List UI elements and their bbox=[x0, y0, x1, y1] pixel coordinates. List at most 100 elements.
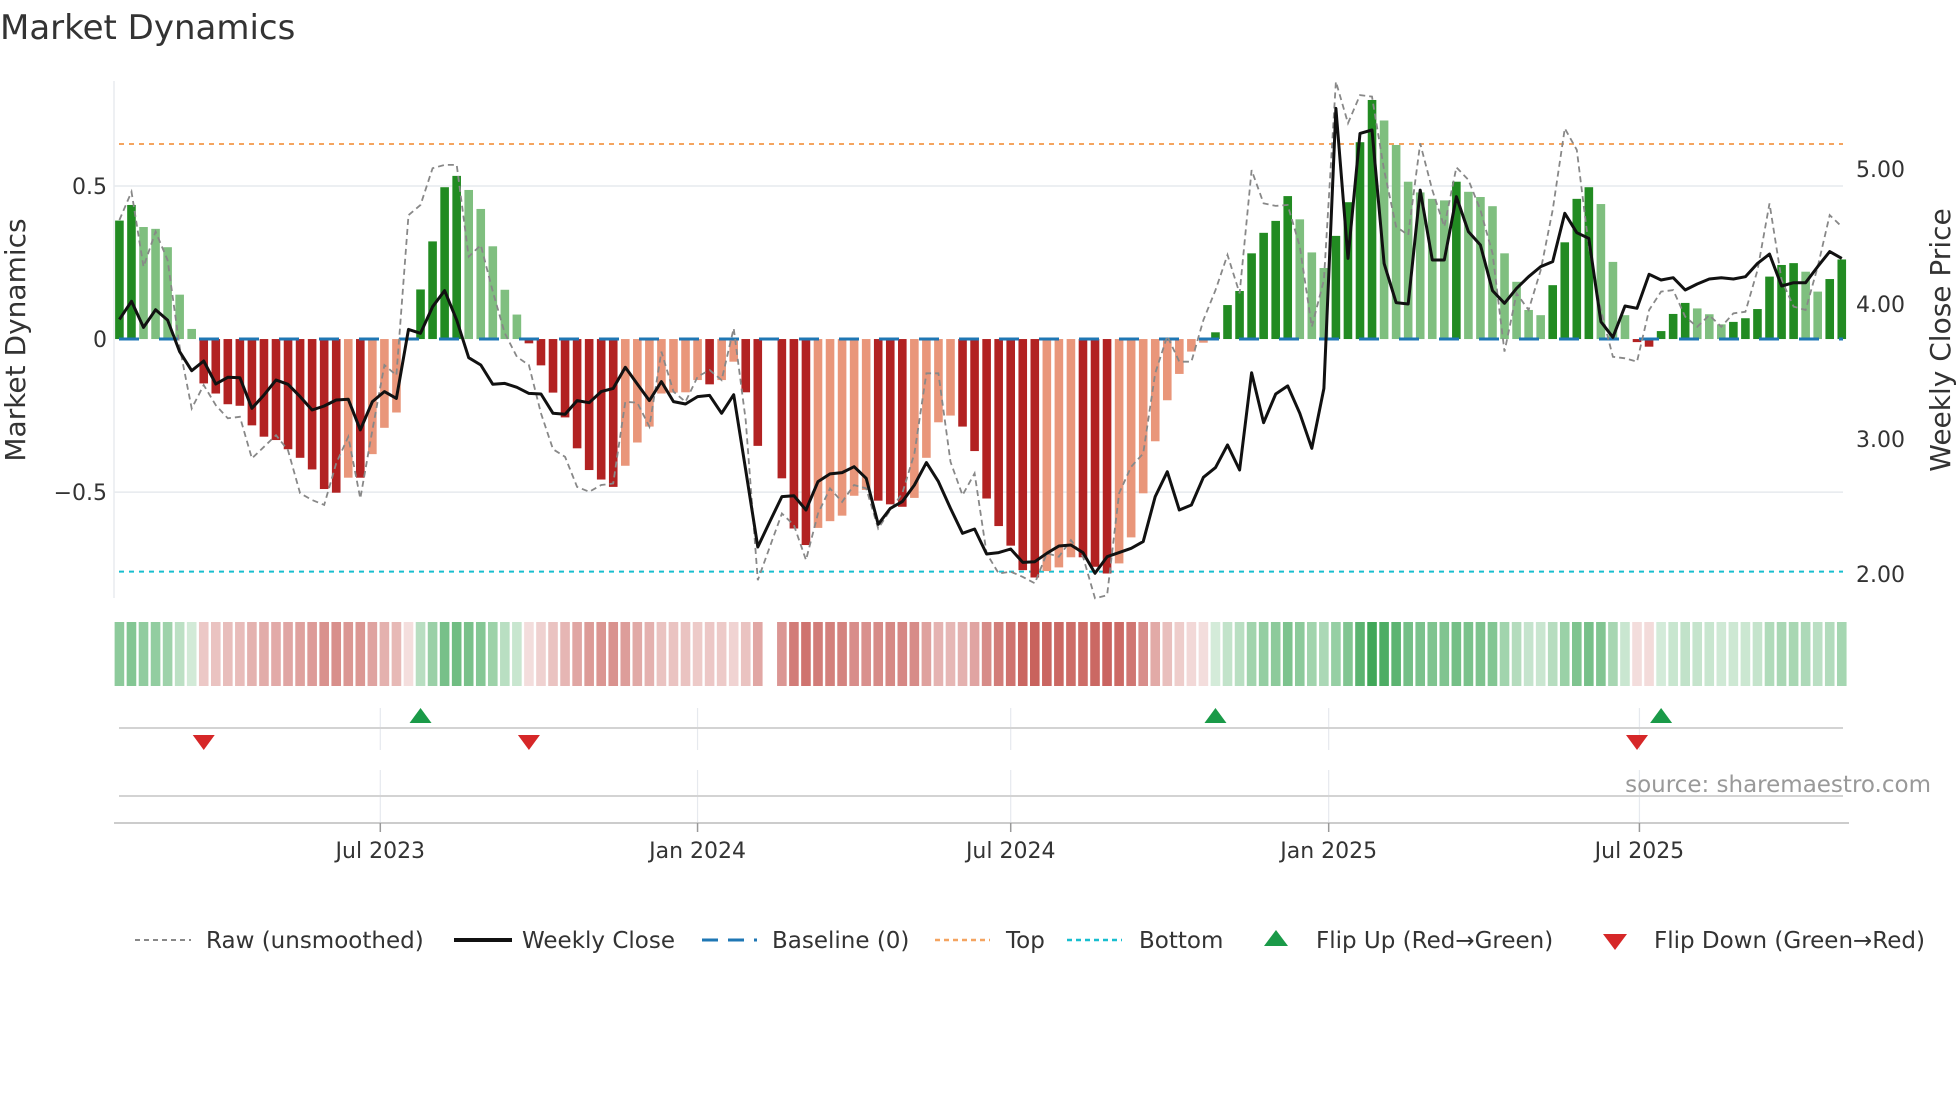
heat-strip bbox=[114, 622, 1847, 686]
heat-cell bbox=[777, 622, 787, 686]
bar bbox=[885, 339, 895, 505]
heat-cell bbox=[861, 622, 871, 686]
bar bbox=[934, 339, 943, 423]
legend-baseline-label: Baseline (0) bbox=[772, 928, 909, 954]
heat-cell bbox=[1523, 622, 1534, 686]
bar bbox=[307, 339, 317, 470]
bar bbox=[1331, 235, 1341, 340]
legend-close-label: Weekly Close bbox=[522, 928, 675, 954]
heat-cell bbox=[1017, 622, 1028, 686]
legend-flip-down-label: Flip Down (Green→Red) bbox=[1654, 928, 1925, 954]
bar bbox=[584, 339, 594, 471]
heat-cell bbox=[740, 622, 751, 686]
heat-cell bbox=[512, 622, 522, 686]
heat-cell bbox=[608, 622, 619, 686]
bar bbox=[428, 241, 437, 340]
bar bbox=[1464, 191, 1473, 340]
y-tick-label: 0 bbox=[93, 328, 107, 353]
bar bbox=[1837, 259, 1847, 340]
bar bbox=[1620, 315, 1630, 340]
flip-down-legend-icon bbox=[1603, 934, 1627, 950]
heat-cell bbox=[1258, 622, 1269, 686]
heat-cell bbox=[1752, 622, 1763, 686]
bar bbox=[271, 339, 281, 441]
heat-cell bbox=[451, 622, 462, 686]
heat-cell bbox=[1788, 622, 1799, 686]
heat-cell bbox=[1596, 622, 1606, 686]
bar bbox=[1235, 290, 1244, 340]
heat-cell bbox=[837, 622, 847, 686]
bar bbox=[1114, 339, 1124, 564]
bar bbox=[717, 339, 726, 381]
bar bbox=[1825, 279, 1835, 340]
bar bbox=[500, 289, 510, 340]
bar bbox=[548, 339, 558, 393]
bar bbox=[1078, 339, 1088, 558]
bar bbox=[849, 339, 859, 496]
heat-cell bbox=[1427, 622, 1438, 686]
heat-cell bbox=[1379, 622, 1389, 686]
heat-cell bbox=[367, 622, 378, 686]
heat-cell bbox=[343, 622, 354, 686]
market-dynamics-chart: Market Dynamics 0.5 0 −0.5 5.00 4.00 3.00 2.0… bbox=[0, 8, 1957, 954]
bar bbox=[922, 339, 931, 458]
source-note: source: sharemaestro.com bbox=[1625, 772, 1931, 798]
bar bbox=[247, 339, 257, 426]
heat-cell bbox=[247, 622, 257, 686]
flip-down-marker bbox=[1626, 735, 1649, 750]
heat-cell bbox=[825, 622, 835, 686]
x-tick-label: Jul 2025 bbox=[1593, 839, 1685, 864]
y-axis-label-left: Market Dynamics bbox=[0, 218, 32, 461]
bar bbox=[127, 204, 136, 340]
heat-cell bbox=[969, 622, 980, 686]
heat-cell bbox=[1054, 622, 1064, 686]
legend: Raw (unsmoothed) Weekly Close Baseline (… bbox=[135, 928, 1925, 954]
heat-cell bbox=[1451, 622, 1462, 686]
heat-cell bbox=[1090, 622, 1100, 686]
bar bbox=[681, 339, 690, 393]
y-tick-label: 0.5 bbox=[72, 175, 107, 200]
y-right-tick-label: 2.00 bbox=[1856, 563, 1905, 588]
legend-top-label: Top bbox=[1005, 928, 1045, 954]
heat-cell bbox=[1331, 622, 1341, 686]
heat-cell bbox=[1776, 622, 1787, 686]
heat-cell bbox=[1391, 622, 1401, 686]
flip-down-marker bbox=[192, 735, 215, 750]
bar bbox=[1741, 318, 1750, 340]
bar bbox=[1440, 200, 1449, 340]
bar bbox=[982, 339, 991, 499]
heat-cell bbox=[945, 622, 956, 686]
heat-cell bbox=[259, 622, 269, 686]
heat-cell bbox=[1668, 622, 1678, 686]
chart-title: Market Dynamics bbox=[0, 8, 295, 48]
heat-cell bbox=[1234, 622, 1245, 686]
heat-cell bbox=[1535, 622, 1546, 686]
flip-markers-panel bbox=[114, 708, 1849, 824]
y-right-tick-label: 5.00 bbox=[1856, 158, 1905, 183]
bar bbox=[368, 339, 377, 455]
heat-cell bbox=[813, 622, 823, 686]
heat-cell bbox=[716, 622, 727, 686]
heat-cell bbox=[536, 622, 546, 686]
bar bbox=[1427, 198, 1437, 340]
bar bbox=[223, 339, 233, 405]
bar bbox=[1476, 197, 1485, 340]
legend-flip-up-label: Flip Up (Red→Green) bbox=[1316, 928, 1553, 954]
heat-cell bbox=[283, 622, 293, 686]
heat-cell bbox=[463, 622, 474, 686]
heat-cell bbox=[644, 622, 655, 686]
y-axis-label-right: Weekly Close Price bbox=[1924, 208, 1957, 471]
bar bbox=[1283, 196, 1293, 340]
heat-cell bbox=[1824, 622, 1835, 686]
bar bbox=[356, 339, 365, 478]
heat-cell bbox=[427, 622, 438, 686]
heat-cell bbox=[1764, 622, 1775, 686]
heat-cell bbox=[271, 622, 281, 686]
bar bbox=[1560, 242, 1570, 340]
heat-cell bbox=[1692, 622, 1703, 686]
heat-cell bbox=[1198, 622, 1209, 686]
x-tick-label: Jul 2024 bbox=[964, 839, 1056, 864]
heat-cell bbox=[1620, 622, 1630, 686]
heat-cell bbox=[150, 622, 161, 686]
heat-cell bbox=[475, 622, 486, 686]
